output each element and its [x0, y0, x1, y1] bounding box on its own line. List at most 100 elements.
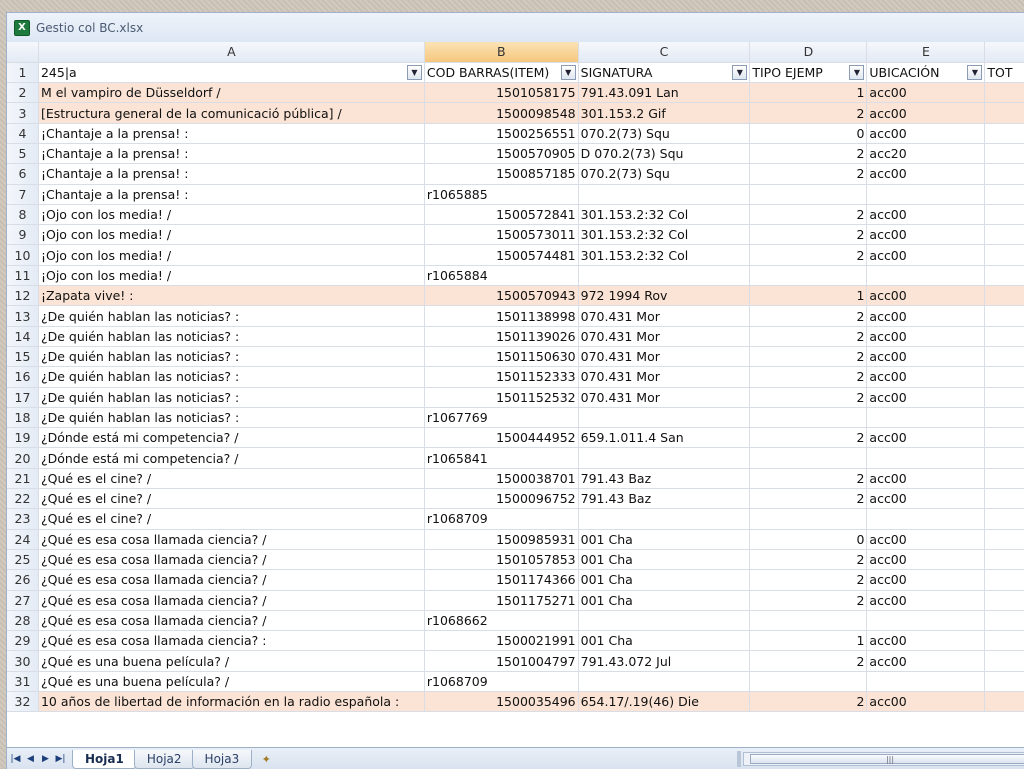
- cell-c[interactable]: 070.431 Mor: [578, 366, 751, 388]
- column-header[interactable]: A: [38, 42, 425, 63]
- cell-b[interactable]: 1501150630: [424, 346, 579, 368]
- insert-sheet-icon[interactable]: ✦: [256, 751, 276, 767]
- cell-e[interactable]: [866, 265, 986, 287]
- cell-f[interactable]: [984, 671, 1024, 693]
- cell-d[interactable]: 2: [749, 143, 868, 165]
- cell-a[interactable]: ¡Ojo con los media! /: [38, 244, 425, 266]
- cell-c[interactable]: 001 Cha: [578, 529, 751, 550]
- cell-e[interactable]: acc00: [866, 224, 986, 246]
- row-header[interactable]: 15: [7, 346, 39, 368]
- row-header[interactable]: 11: [7, 265, 39, 287]
- cell-f[interactable]: [984, 346, 1024, 368]
- scroll-thumb[interactable]: |||: [750, 754, 1024, 764]
- cell-b[interactable]: 1501174366: [424, 569, 579, 591]
- cell-a[interactable]: ¡Chantaje a la prensa! :: [38, 123, 425, 144]
- row-header[interactable]: 14: [7, 326, 39, 347]
- cell-e[interactable]: acc00: [866, 549, 986, 571]
- cell-b[interactable]: 1500038701: [424, 468, 579, 490]
- cell-f[interactable]: [984, 508, 1024, 530]
- cell-c[interactable]: 070.2(73) Squ: [578, 123, 751, 144]
- cell-f[interactable]: [984, 407, 1024, 429]
- cell-a[interactable]: ¡Ojo con los media! /: [38, 265, 425, 287]
- cell-d[interactable]: 2: [749, 488, 868, 510]
- cell-f[interactable]: [984, 610, 1024, 632]
- cell-b[interactable]: 1500570905: [424, 143, 579, 165]
- cell-c[interactable]: D 070.2(73) Squ: [578, 143, 751, 165]
- cell-c[interactable]: 659.1.011.4 San: [578, 427, 751, 449]
- row-header[interactable]: 5: [7, 143, 39, 165]
- cell-a[interactable]: ¡Chantaje a la prensa! :: [38, 163, 425, 185]
- select-all-corner[interactable]: [7, 42, 39, 63]
- row-header[interactable]: 21: [7, 468, 39, 490]
- header-cell[interactable]: UBICACIÓN ▼: [866, 62, 986, 84]
- cell-d[interactable]: 2: [749, 549, 868, 571]
- cell-d[interactable]: 2: [749, 387, 868, 408]
- row-header[interactable]: 30: [7, 650, 39, 672]
- cell-c[interactable]: 791.43.091 Lan: [578, 82, 751, 104]
- sheet-tab[interactable]: Hoja1: [72, 749, 137, 769]
- cell-d[interactable]: 1: [749, 285, 868, 307]
- sheet-tab[interactable]: Hoja2: [133, 749, 195, 769]
- cell-b[interactable]: 1500096752: [424, 488, 579, 510]
- cell-d[interactable]: [749, 407, 868, 429]
- cell-b[interactable]: 1501057853: [424, 549, 579, 571]
- cell-c[interactable]: 791.43 Baz: [578, 468, 751, 490]
- cell-e[interactable]: acc00: [866, 285, 986, 307]
- cell-f[interactable]: [984, 468, 1024, 490]
- cell-f[interactable]: [984, 366, 1024, 388]
- cell-c[interactable]: 070.431 Mor: [578, 346, 751, 368]
- row-header[interactable]: 32: [7, 691, 39, 713]
- cell-d[interactable]: [749, 447, 868, 469]
- cell-d[interactable]: 2: [749, 163, 868, 185]
- cell-c[interactable]: 301.153.2:32 Col: [578, 224, 751, 246]
- cell-a[interactable]: ¡Chantaje a la prensa! :: [38, 143, 425, 165]
- cell-d[interactable]: 2: [749, 691, 868, 713]
- first-sheet-button[interactable]: |◀: [9, 752, 22, 766]
- cell-d[interactable]: 2: [749, 468, 868, 490]
- row-header[interactable]: 24: [7, 529, 39, 550]
- cell-b[interactable]: 1500256551: [424, 123, 579, 144]
- cell-f[interactable]: [984, 569, 1024, 591]
- cell-f[interactable]: [984, 123, 1024, 144]
- cell-c[interactable]: 791.43.072 Jul: [578, 650, 751, 672]
- column-header[interactable]: D: [749, 42, 868, 63]
- cell-c[interactable]: [578, 610, 751, 632]
- row-header[interactable]: 27: [7, 590, 39, 611]
- cell-e[interactable]: acc00: [866, 468, 986, 490]
- cell-a[interactable]: ¿De quién hablan las noticias? :: [38, 387, 425, 408]
- cell-a[interactable]: ¿Qué es el cine? /: [38, 508, 425, 530]
- cell-c[interactable]: 001 Cha: [578, 590, 751, 611]
- column-header[interactable]: B: [424, 42, 579, 63]
- cell-f[interactable]: [984, 630, 1024, 652]
- row-header[interactable]: 8: [7, 204, 39, 226]
- cell-f[interactable]: [984, 691, 1024, 713]
- cell-e[interactable]: [866, 610, 986, 632]
- cell-c[interactable]: 070.431 Mor: [578, 387, 751, 408]
- column-header[interactable]: [984, 42, 1024, 63]
- cell-a[interactable]: ¿Dónde está mi competencia? /: [38, 427, 425, 449]
- row-header[interactable]: 25: [7, 549, 39, 571]
- cell-f[interactable]: [984, 590, 1024, 611]
- row-header[interactable]: 10: [7, 244, 39, 266]
- cell-b[interactable]: 1500572841: [424, 204, 579, 226]
- row-header[interactable]: 7: [7, 184, 39, 205]
- cell-e[interactable]: [866, 671, 986, 693]
- row-header[interactable]: 17: [7, 387, 39, 408]
- cell-e[interactable]: [866, 407, 986, 429]
- cell-b[interactable]: 1500573011: [424, 224, 579, 246]
- cell-f[interactable]: [984, 488, 1024, 510]
- cell-e[interactable]: acc00: [866, 82, 986, 104]
- cell-a[interactable]: [Estructura general de la comunicació pú…: [38, 102, 425, 124]
- horizontal-scrollbar[interactable]: |||: [743, 752, 1024, 766]
- cell-d[interactable]: 2: [749, 346, 868, 368]
- header-cell[interactable]: COD BARRAS(ITEM) ▼: [424, 62, 579, 84]
- cell-c[interactable]: [578, 508, 751, 530]
- cell-b[interactable]: r1065841: [424, 447, 579, 469]
- cell-d[interactable]: 2: [749, 224, 868, 246]
- cell-b[interactable]: r1065884: [424, 265, 579, 287]
- cell-a[interactable]: ¿Qué es el cine? /: [38, 488, 425, 510]
- cell-b[interactable]: 1500035496: [424, 691, 579, 713]
- cell-a[interactable]: ¿De quién hablan las noticias? :: [38, 366, 425, 388]
- cell-f[interactable]: [984, 224, 1024, 246]
- cell-a[interactable]: ¿De quién hablan las noticias? :: [38, 305, 425, 327]
